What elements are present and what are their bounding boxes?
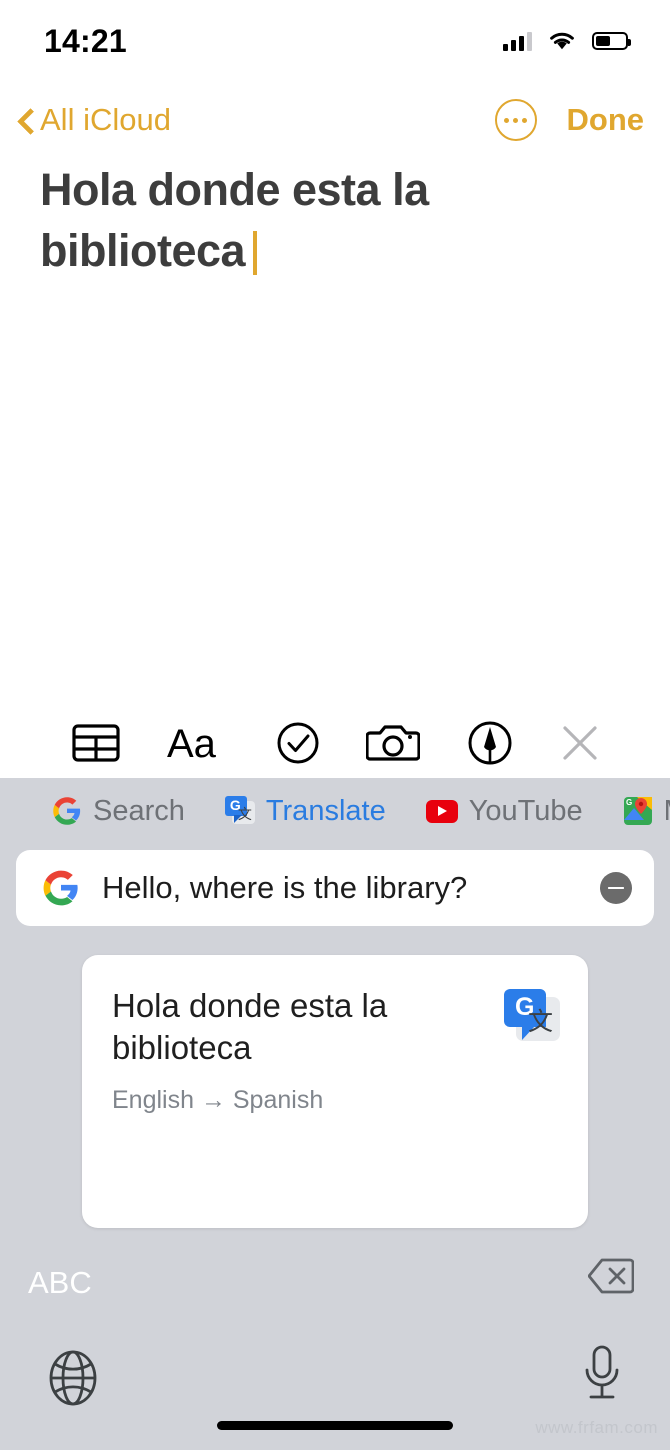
card-header-row: Hola donde esta la biblioteca English → … [112,985,560,1115]
clear-search-button[interactable] [600,872,632,904]
tab-youtube-label: YouTube [468,794,583,827]
text-caret [253,230,258,275]
translate-icon-cjk: 文 [527,1008,553,1036]
close-icon[interactable] [560,723,600,763]
note-title: Hola donde esta la biblioteca [40,164,429,276]
translation-text: Hola donde esta la biblioteca [112,987,388,1066]
google-maps-icon: G [623,797,652,825]
status-bar-time: 14:21 [44,22,127,59]
camera-icon[interactable] [366,721,421,765]
google-g-icon [43,870,78,906]
back-button[interactable]: All iCloud [14,102,171,138]
clear-circle-icon [600,872,632,904]
back-button-label: All iCloud [40,102,171,137]
search-field[interactable]: Hello, where is the library? [16,850,654,926]
chevron-left-icon [14,110,34,130]
nav-actions: Done [494,99,645,141]
language-pair-label: English → Spanish [112,1086,324,1115]
cellular-bars-icon [503,31,532,51]
globe-icon[interactable] [44,1349,102,1412]
home-indicator [217,1421,453,1430]
tab-maps-label: Ma [664,795,670,828]
iphone-screen: 14:21 All iCloud Done Hola donde esta la… [0,0,670,1450]
navigation-bar: All iCloud Done [0,90,670,150]
checklist-icon[interactable] [276,721,320,765]
more-circle-icon[interactable] [494,99,537,141]
translation-result-card[interactable]: Hola donde esta la biblioteca English → … [82,955,588,1228]
table-icon[interactable] [72,723,120,763]
tab-translate-label: Translate [265,794,386,827]
wifi-icon [550,32,574,50]
tab-maps[interactable]: G Ma [623,795,670,828]
search-input[interactable]: Hello, where is the library? [102,870,578,906]
done-button[interactable]: Done [567,102,645,138]
keyboard-app-tabs: Search G 文 Translate YouTube G [0,778,670,844]
google-translate-icon: G 文 [504,989,560,1045]
svg-text:G: G [626,798,632,807]
notes-toolbar: Aa [0,708,670,778]
card-text-block: Hola donde esta la biblioteca English → … [112,985,442,1115]
tab-youtube[interactable]: YouTube [425,794,583,828]
markup-pen-icon[interactable] [467,720,513,766]
note-editor[interactable]: Hola donde esta la biblioteca [0,160,670,705]
keyboard-extension-area: Search G 文 Translate YouTube G Hello, wh… [0,778,670,1450]
text-format-icon[interactable]: Aa [167,721,229,765]
status-bar: 14:21 [0,0,670,82]
status-bar-indicators [503,30,631,52]
youtube-icon [425,799,458,823]
tab-search-label: Search [93,794,185,827]
tab-translate[interactable]: G 文 Translate [224,794,386,828]
backspace-delete-icon[interactable] [587,1258,635,1299]
battery-icon [592,32,631,50]
watermark: www.frfam.com [535,1418,658,1437]
abc-key[interactable]: ABC [28,1265,92,1301]
google-g-icon [53,797,81,825]
microphone-icon[interactable] [580,1344,624,1411]
google-translate-icon: G 文 [224,796,255,826]
svg-text:Aa: Aa [167,722,217,765]
tab-search[interactable]: Search [52,795,185,828]
